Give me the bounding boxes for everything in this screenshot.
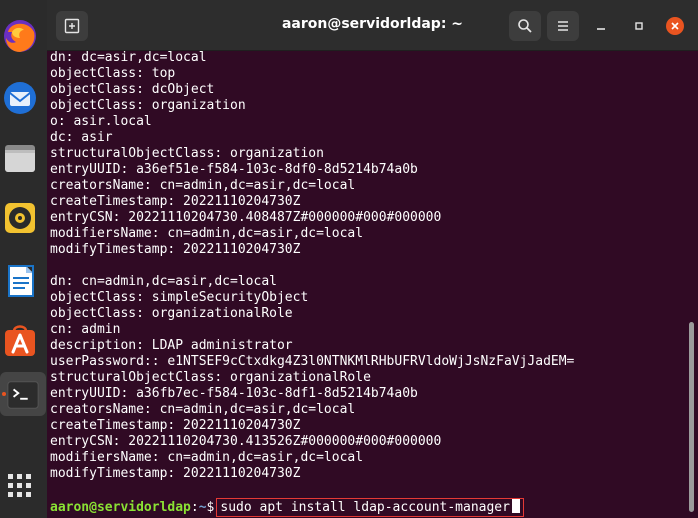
firefox-icon xyxy=(4,20,36,52)
terminal-line: dn: dc=asir,dc=local xyxy=(50,50,207,65)
terminal-line: objectClass: organizationalRole xyxy=(50,306,293,321)
ubuntu-software-icon xyxy=(5,325,35,356)
terminal-line: cn: admin xyxy=(50,322,121,337)
dock-item-firefox[interactable] xyxy=(0,16,40,56)
dock xyxy=(0,0,47,518)
command-text: sudo apt install ldap-account-manager xyxy=(220,500,510,515)
terminal-line: objectClass: top xyxy=(50,66,176,81)
dock-item-rhythmbox[interactable] xyxy=(0,198,40,238)
terminal-line: createTimestamp: 20221110204730Z xyxy=(50,194,301,209)
prompt-separator: : xyxy=(190,500,199,515)
terminal-lines: dn: dc=asir,dc=local objectClass: top obje… xyxy=(50,50,688,498)
maximize-icon xyxy=(635,22,643,30)
dock-item-terminal[interactable] xyxy=(3,375,43,415)
terminal-icon xyxy=(7,381,39,409)
terminal-line: structuralObjectClass: organizationalRol… xyxy=(50,370,371,385)
close-icon xyxy=(671,22,679,30)
dock-item-files[interactable] xyxy=(0,138,40,178)
text-cursor xyxy=(511,499,520,513)
prompt-symbol: $ xyxy=(206,500,215,515)
close-button[interactable] xyxy=(666,17,684,35)
prompt-path: ~ xyxy=(198,500,207,515)
terminal-line: structuralObjectClass: organization xyxy=(50,146,324,161)
files-icon xyxy=(5,145,35,172)
terminal-line: modifyTimestamp: 20221110204730Z xyxy=(50,242,301,257)
dock-item-show-applications[interactable] xyxy=(0,466,40,506)
search-icon xyxy=(518,19,532,33)
terminal-line: dc: asir xyxy=(50,130,113,145)
menu-button[interactable] xyxy=(547,11,579,41)
prompt-user-host: aaron@servidorldap xyxy=(50,500,191,515)
terminal-line: entryCSN: 20221110204730.413526Z#000000#… xyxy=(50,434,442,449)
terminal-line: objectClass: dcObject xyxy=(50,82,215,97)
terminal-line: dn: cn=admin,dc=asir,dc=local xyxy=(50,274,277,289)
terminal-line: creatorsName: cn=admin,dc=asir,dc=local xyxy=(50,178,356,193)
terminal-output[interactable]: dn: dc=asir,dc=local objectClass: top obje… xyxy=(50,50,688,518)
terminal-line: entryUUID: a36fb7ec-f584-103c-8df1-8d521… xyxy=(50,386,418,401)
prompt-line: aaron@servidorldap:~$ sudo apt install ld… xyxy=(50,498,688,517)
terminal-window: aaron@servidorldap: ~ dn: dc=asir,dc=loc… xyxy=(47,0,698,518)
dock-item-writer[interactable] xyxy=(0,261,40,301)
terminal-line: objectClass: organization xyxy=(50,98,246,113)
terminal-line: userPassword:: e1NTSEF9cCtxdkg4Z3l0NTNKM… xyxy=(50,354,575,369)
minimize-button[interactable] xyxy=(592,17,610,35)
terminal-line: modifiersName: cn=admin,dc=asir,dc=local xyxy=(50,226,364,241)
dock-item-ubuntu-software[interactable] xyxy=(0,320,40,360)
scrollbar-thumb[interactable] xyxy=(689,322,694,512)
terminal-line: o: asir.local xyxy=(50,114,152,129)
title-bar: aaron@servidorldap: ~ xyxy=(47,0,698,51)
libreoffice-writer-icon xyxy=(8,265,34,297)
terminal-line: description: LDAP administrator xyxy=(50,338,293,353)
dock-item-thunderbird[interactable] xyxy=(0,78,40,118)
terminal-line: entryUUID: a36ef51e-f584-103c-8df0-8d521… xyxy=(50,162,418,177)
highlighted-command: sudo apt install ldap-account-manager xyxy=(216,498,524,517)
maximize-button[interactable] xyxy=(630,17,648,35)
terminal-line: objectClass: simpleSecurityObject xyxy=(50,290,309,305)
terminal-line: createTimestamp: 20221110204730Z xyxy=(50,418,301,433)
thunderbird-icon xyxy=(4,82,36,114)
rhythmbox-icon xyxy=(5,203,35,233)
terminal-line: creatorsName: cn=admin,dc=asir,dc=local xyxy=(50,402,356,417)
terminal-line: modifiersName: cn=admin,dc=asir,dc=local xyxy=(50,450,364,465)
search-button[interactable] xyxy=(509,11,541,41)
terminal-line: modifyTimestamp: 20221110204730Z xyxy=(50,466,301,481)
hamburger-menu-icon xyxy=(558,21,568,31)
minimize-icon xyxy=(597,28,605,30)
show-applications-icon xyxy=(8,474,31,497)
terminal-line: entryCSN: 20221110204730.408487Z#000000#… xyxy=(50,210,442,225)
